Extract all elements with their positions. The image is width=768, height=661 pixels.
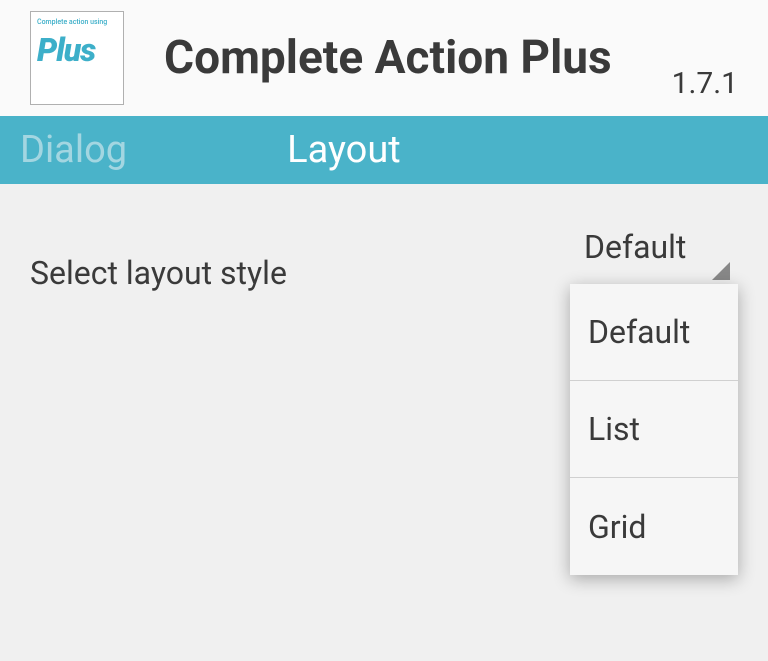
dropdown-option-grid[interactable]: Grid bbox=[570, 478, 738, 575]
dropdown-option-list[interactable]: List bbox=[570, 381, 738, 478]
app-icon-logo: Plus bbox=[37, 34, 95, 66]
tab-layout[interactable]: Layout bbox=[287, 128, 401, 172]
layout-style-spinner[interactable]: Default bbox=[570, 214, 730, 280]
dropdown-arrow-icon bbox=[712, 262, 730, 280]
setting-label: Select layout style bbox=[30, 254, 287, 292]
layout-style-dropdown: Default List Grid bbox=[570, 284, 738, 575]
dropdown-option-default[interactable]: Default bbox=[570, 284, 738, 381]
app-header: Complete action using Plus Complete Acti… bbox=[0, 0, 768, 116]
app-version: 1.7.1 bbox=[672, 66, 738, 101]
tab-bar: Dialog Layout bbox=[0, 116, 768, 184]
app-icon-toptext: Complete action using bbox=[37, 18, 107, 26]
spinner-selected-value: Default bbox=[584, 228, 686, 266]
app-icon: Complete action using Plus bbox=[30, 11, 124, 105]
content-area: Select layout style Default Default List… bbox=[0, 184, 768, 661]
app-title: Complete Action Plus bbox=[164, 31, 738, 85]
tab-dialog[interactable]: Dialog bbox=[0, 128, 147, 172]
